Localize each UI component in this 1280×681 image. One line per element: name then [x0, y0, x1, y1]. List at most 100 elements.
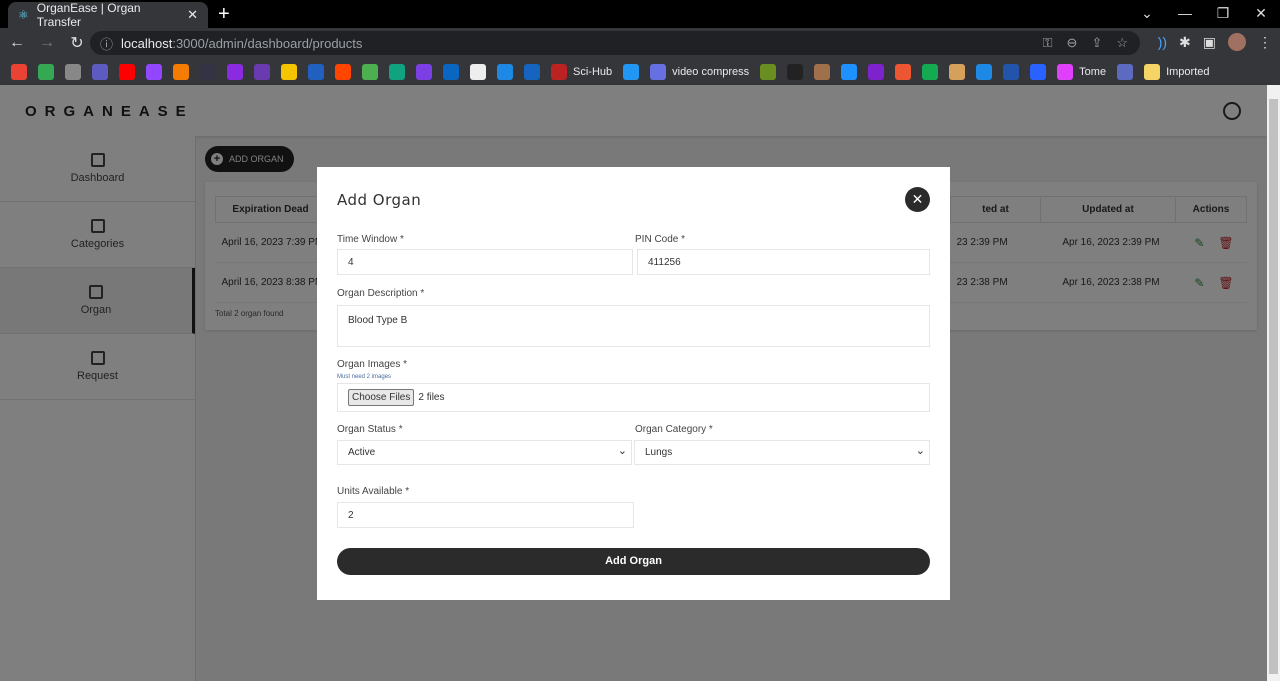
sidepanel-icon[interactable]: ▣ — [1203, 34, 1216, 51]
bookmark[interactable] — [1117, 63, 1134, 80]
bookmark[interactable] — [1003, 63, 1020, 80]
g-icon — [1117, 63, 1134, 80]
reload-icon[interactable]: ↻ — [64, 33, 90, 53]
bookmark[interactable] — [497, 63, 513, 80]
yolp-icon — [92, 63, 108, 80]
address-bar[interactable]: ⓘ localhost:3000/admin/dashboard/product… — [90, 31, 1140, 55]
images-hint: Must need 2 images — [337, 374, 392, 380]
bookmark-label: video compress — [672, 65, 750, 78]
reddit-icon — [335, 63, 351, 80]
close-window-icon[interactable]: ✕ — [1242, 0, 1280, 26]
bookmark[interactable] — [335, 63, 351, 80]
minimize-icon[interactable]: — — [1166, 0, 1204, 26]
key-icon[interactable]: ⚿ — [1043, 35, 1053, 51]
bookmark-label: Sci-Hub — [573, 65, 613, 78]
un-icon — [1003, 63, 1020, 80]
url-host: localhost — [121, 35, 173, 51]
choose-files-button[interactable]: Choose Files — [348, 389, 415, 406]
close-icon[interactable]: ✕ — [905, 187, 930, 212]
star-icon[interactable]: ☆ — [1116, 35, 1128, 51]
tab-bar: ⚛ OrganEase | Organ Transfer ✕ + ⌄ — ❐ ✕ — [0, 0, 1280, 29]
bookmark[interactable] — [841, 63, 858, 80]
bookmark[interactable] — [38, 63, 54, 80]
profile-avatar[interactable] — [1228, 33, 1246, 51]
bookmark[interactable] — [281, 63, 297, 80]
gmail-icon — [11, 63, 27, 80]
react-icon: ⚛ — [18, 8, 29, 22]
bookmark[interactable] — [760, 63, 777, 80]
bookmark[interactable]: Sci-Hub — [551, 63, 613, 80]
menu-icon[interactable]: ⋮ — [1258, 34, 1272, 51]
bookmark[interactable] — [146, 63, 162, 80]
bookmark[interactable]: Imported — [1144, 63, 1210, 80]
scrollbar[interactable] — [1267, 85, 1280, 681]
play-icon — [173, 63, 189, 80]
c2-icon — [524, 63, 540, 80]
bookmark[interactable] — [922, 63, 939, 80]
prime-icon — [227, 63, 243, 80]
add-organ-submit-button[interactable]: Add Organ — [337, 548, 930, 575]
description-textarea[interactable]: Blood Type B — [337, 305, 930, 347]
bookmark[interactable] — [470, 63, 486, 80]
category-select[interactable]: Lungs — [634, 440, 930, 465]
bookmark[interactable] — [976, 63, 993, 80]
back-icon[interactable]: ← — [4, 34, 30, 52]
youtube-icon — [119, 63, 135, 80]
x-icon — [895, 63, 912, 80]
blue-icon — [623, 63, 640, 80]
zoom-icon[interactable]: ⊖ — [1067, 35, 1078, 51]
linkedin-icon — [443, 63, 459, 80]
bookmark[interactable] — [949, 63, 966, 80]
bookmark[interactable] — [200, 63, 216, 80]
bookmark[interactable] — [11, 63, 27, 80]
bookmark[interactable] — [787, 63, 804, 80]
share-icon[interactable]: ⇪ — [1091, 35, 1102, 51]
extension-icon[interactable]: )) — [1158, 34, 1167, 50]
film-icon — [308, 63, 324, 80]
bookmark[interactable]: video compress — [650, 63, 750, 80]
file-input[interactable]: Choose Files 2 files — [337, 383, 930, 412]
description-label: Organ Description * — [337, 288, 425, 299]
bookmark[interactable] — [227, 63, 243, 80]
units-label: Units Available * — [337, 486, 410, 497]
bookmark[interactable] — [119, 63, 135, 80]
browser-tab[interactable]: ⚛ OrganEase | Organ Transfer ✕ — [8, 1, 208, 29]
bookmark[interactable] — [524, 63, 540, 80]
bookmark[interactable] — [254, 63, 270, 80]
status-label: Organ Status * — [337, 424, 403, 435]
status-select[interactable]: Active — [337, 440, 632, 465]
units-input[interactable]: 2 — [337, 502, 634, 528]
infinity-icon — [841, 63, 858, 80]
bookmark[interactable] — [362, 63, 378, 80]
forward-icon[interactable]: → — [34, 34, 60, 52]
maximize-icon[interactable]: ❐ — [1204, 0, 1242, 26]
bookmark[interactable] — [443, 63, 459, 80]
bookmark[interactable] — [895, 63, 912, 80]
pin-label: PIN Code * — [635, 234, 686, 245]
bookmark[interactable] — [814, 63, 831, 80]
bookmark[interactable] — [623, 63, 640, 80]
browser-toolbar: ← → ↻ ⓘ localhost:3000/admin/dashboard/p… — [0, 28, 1280, 58]
chatgpt-icon — [389, 63, 405, 80]
bookmark[interactable] — [92, 63, 108, 80]
bookmark[interactable] — [868, 63, 885, 80]
pin-input[interactable]: 411256 — [637, 249, 930, 275]
compress-icon — [650, 63, 667, 80]
new-tab-button[interactable]: + — [218, 3, 230, 26]
bookmark[interactable] — [173, 63, 189, 80]
bookmark[interactable] — [308, 63, 324, 80]
bookmark[interactable] — [389, 63, 405, 80]
bookmark[interactable] — [1030, 63, 1047, 80]
d-icon — [1030, 63, 1047, 80]
close-tab-icon[interactable]: ✕ — [187, 7, 198, 23]
tome-icon — [1057, 63, 1074, 80]
s-icon — [976, 63, 993, 80]
tab-search-icon[interactable]: ⌄ — [1128, 0, 1166, 26]
scrollbar-thumb[interactable] — [1269, 99, 1278, 674]
photo-icon — [362, 63, 378, 80]
puzzle-icon[interactable]: ✱ — [1179, 34, 1191, 51]
bookmark[interactable] — [65, 63, 81, 80]
bookmark[interactable]: Tome — [1057, 63, 1106, 80]
time-window-input[interactable]: 4 — [337, 249, 633, 275]
bookmark[interactable] — [416, 63, 432, 80]
